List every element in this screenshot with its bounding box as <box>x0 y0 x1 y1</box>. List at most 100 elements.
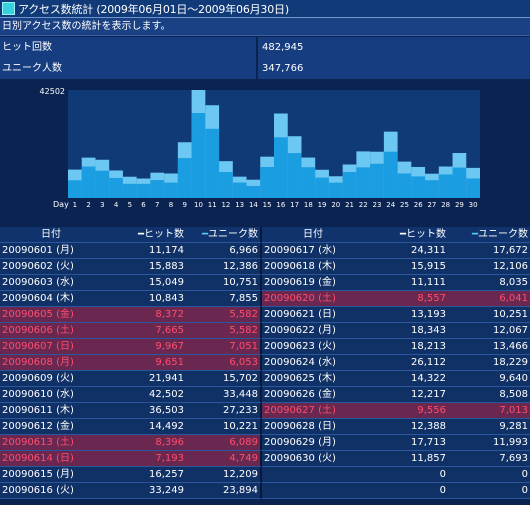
unique-cell: 6,966 <box>186 243 262 259</box>
unique-bar <box>438 174 453 198</box>
table-row: 20090611 (木) 36,503 27,233 20090627 (土) 9,55… <box>0 403 530 419</box>
square-icon <box>2 2 15 15</box>
unique-bar <box>191 113 206 198</box>
unique-bar <box>356 167 371 198</box>
date-cell: 20090602 (火) <box>0 259 102 275</box>
table-row: 20090602 (火) 15,883 12,386 20090618 (木) 15,9… <box>0 259 530 275</box>
unique-cell: 9,640 <box>448 371 530 387</box>
date-cell <box>262 467 364 483</box>
date-cell: 20090630 (火) <box>262 451 364 467</box>
date-cell: 20090601 (月) <box>0 243 102 259</box>
header-unique: ━ユニーク数 <box>186 227 262 243</box>
page-title: アクセス数統計 (2009年06月01日～2009年06月30日) <box>18 2 289 16</box>
hits-cell: 0 <box>364 467 448 483</box>
unique-bar <box>397 173 412 198</box>
table-header-row: 日付 ━ヒット数 ━ユニーク数 日付 ━ヒット数 ━ユニーク数 <box>0 227 530 243</box>
table-row: 20090603 (水) 15,049 10,751 20090619 (金) 11,1… <box>0 275 530 291</box>
hits-cell: 15,049 <box>102 275 186 291</box>
date-cell: 20090603 (水) <box>0 275 102 291</box>
x-tick-label: 25 <box>400 201 409 209</box>
hits-cell: 18,213 <box>364 339 448 355</box>
unique-cell: 13,466 <box>448 339 530 355</box>
hits-cell: 9,967 <box>102 339 186 355</box>
unique-cell: 23,894 <box>186 483 262 499</box>
hits-cell: 26,112 <box>364 355 448 371</box>
hits-cell: 24,311 <box>364 243 448 259</box>
table-row: 20090609 (火) 21,941 15,702 20090625 (木) 14,3… <box>0 371 530 387</box>
unique-cell: 17,672 <box>448 243 530 259</box>
date-cell: 20090627 (土) <box>262 403 364 419</box>
hits-cell: 11,857 <box>364 451 448 467</box>
stat-label: ヒット回数 <box>0 37 258 58</box>
hits-cell: 16,257 <box>102 467 186 483</box>
date-cell: 20090610 (水) <box>0 387 102 403</box>
x-tick-label: 24 <box>386 201 395 209</box>
unique-cell: 6,089 <box>186 435 262 451</box>
unique-cell: 0 <box>448 467 530 483</box>
hits-cell: 36,503 <box>102 403 186 419</box>
unique-cell: 5,582 <box>186 323 262 339</box>
unique-cell: 12,106 <box>448 259 530 275</box>
unique-cell: 6,053 <box>186 355 262 371</box>
header-hits: ━ヒット数 <box>102 227 186 243</box>
x-tick-label: 27 <box>427 201 436 209</box>
x-tick-label: 20 <box>331 201 340 209</box>
unique-bar <box>95 170 110 198</box>
unique-bar <box>232 182 247 198</box>
x-tick-label: 11 <box>208 201 217 209</box>
unique-cell: 33,448 <box>186 387 262 403</box>
x-axis-label: Day <box>53 200 69 209</box>
date-cell <box>262 483 364 499</box>
header-hits: ━ヒット数 <box>364 227 448 243</box>
unique-cell: 4,749 <box>186 451 262 467</box>
date-cell: 20090619 (金) <box>262 275 364 291</box>
page-description: 日別アクセス数の統計を表示します。 <box>0 18 530 36</box>
unique-cell: 18,229 <box>448 355 530 371</box>
hits-cell: 13,193 <box>364 307 448 323</box>
date-cell: 20090622 (月) <box>262 323 364 339</box>
unique-bar <box>425 180 439 198</box>
table-row: 20090613 (土) 8,396 6,089 20090629 (月) 17,713… <box>0 435 530 451</box>
unique-bar <box>260 166 274 198</box>
x-tick-label: 10 <box>194 201 203 209</box>
hits-cell: 8,396 <box>102 435 186 451</box>
hits-cell: 8,557 <box>364 291 448 307</box>
x-tick-label: 29 <box>455 201 464 209</box>
unique-bar <box>274 137 288 198</box>
table-row: 20090616 (火) 33,249 23,894 0 0 <box>0 483 530 499</box>
header-hits-label: ヒット数 <box>144 229 184 240</box>
x-tick-label: 5 <box>128 201 132 209</box>
table-row: 20090605 (金) 8,372 5,582 20090621 (日) 13,193… <box>0 307 530 323</box>
unique-bar <box>68 180 82 198</box>
date-cell: 20090613 (土) <box>0 435 102 451</box>
unique-cell: 7,051 <box>186 339 262 355</box>
table-row: 20090606 (土) 7,665 5,582 20090622 (月) 18,343… <box>0 323 530 339</box>
x-tick-label: 8 <box>169 201 173 209</box>
daily-stats-table: 日付 ━ヒット数 ━ユニーク数 日付 ━ヒット数 ━ユニーク数 20090601… <box>0 227 530 499</box>
date-cell: 20090605 (金) <box>0 307 102 323</box>
unique-cell: 27,233 <box>186 403 262 419</box>
unique-bar <box>109 178 123 198</box>
stat-label: ユニーク人数 <box>0 58 258 79</box>
x-tick-label: 15 <box>263 201 272 209</box>
header-unique-label: ユニーク数 <box>208 229 258 240</box>
date-cell: 20090614 (日) <box>0 451 102 467</box>
x-tick-label: 21 <box>345 201 354 209</box>
unique-cell: 10,221 <box>186 419 262 435</box>
hits-cell: 18,343 <box>364 323 448 339</box>
table-row: 20090607 (日) 9,967 7,051 20090623 (火) 18,213… <box>0 339 530 355</box>
date-cell: 20090615 (月) <box>0 467 102 483</box>
x-tick-label: 26 <box>414 201 423 209</box>
unique-cell: 11,993 <box>448 435 530 451</box>
unique-cell: 12,067 <box>448 323 530 339</box>
hits-cell: 7,193 <box>102 451 186 467</box>
header-date: 日付 <box>262 227 364 243</box>
hits-cell: 21,941 <box>102 371 186 387</box>
date-cell: 20090608 (月) <box>0 355 102 371</box>
unique-cell: 7,693 <box>448 451 530 467</box>
hits-cell: 10,843 <box>102 291 186 307</box>
date-cell: 20090618 (木) <box>262 259 364 275</box>
table-row: 20090612 (金) 14,492 10,221 20090628 (日) 12,3… <box>0 419 530 435</box>
hits-cell: 8,372 <box>102 307 186 323</box>
date-cell: 20090604 (木) <box>0 291 102 307</box>
